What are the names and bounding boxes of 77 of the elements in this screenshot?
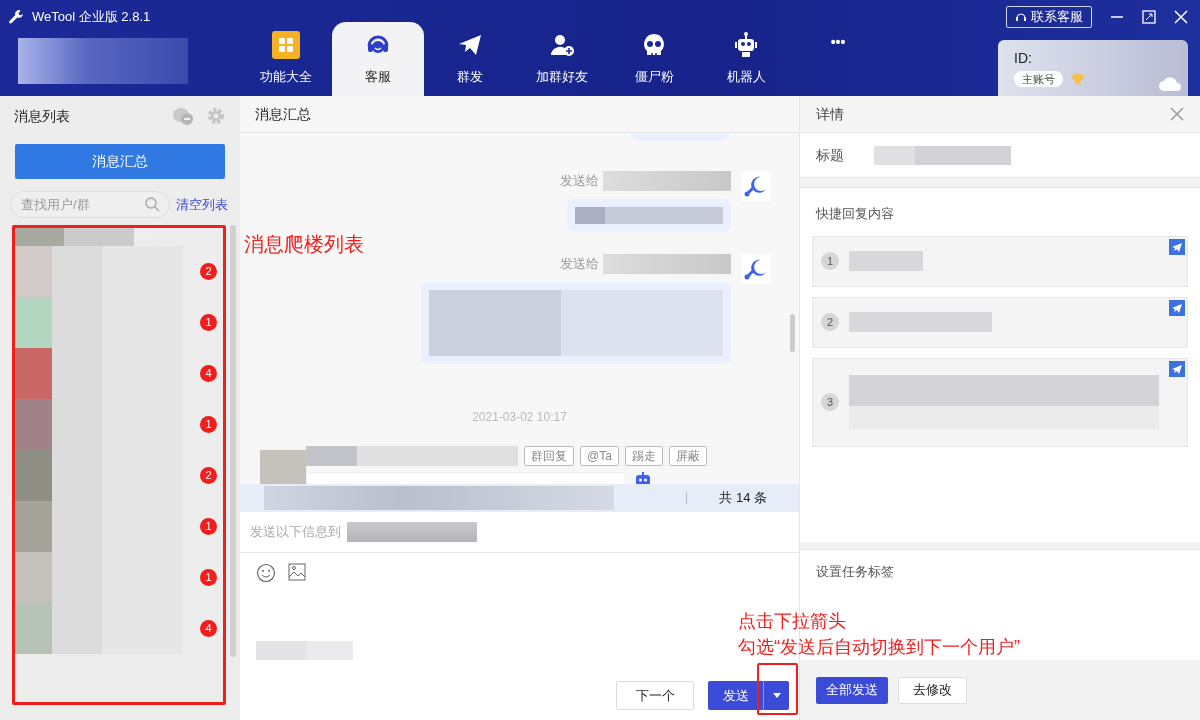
- panel-title: 消息汇总: [255, 104, 311, 124]
- unread-badge: 1: [200, 518, 217, 535]
- cloud-icon: [1158, 76, 1182, 92]
- send-button[interactable]: 发送: [708, 681, 763, 710]
- unread-badge: 4: [200, 365, 217, 382]
- conversation-row[interactable]: 4: [15, 603, 223, 654]
- reply-number: 1: [821, 252, 839, 270]
- edit-button[interactable]: 去修改: [898, 676, 967, 704]
- clear-list-link[interactable]: 清空列表: [176, 194, 228, 215]
- search-field[interactable]: 查找用户/群: [10, 191, 170, 218]
- quick-reply-card[interactable]: 2: [812, 296, 1188, 348]
- action-button[interactable]: 踢走: [624, 446, 663, 466]
- quick-reply-card[interactable]: 3: [812, 357, 1188, 447]
- nav-tab[interactable]: 僵尸粉: [608, 22, 700, 96]
- section-title: 设置任务标签: [815, 563, 895, 582]
- conversation-row[interactable]: 2: [15, 450, 223, 501]
- nav-tab[interactable]: 群发: [424, 22, 516, 96]
- annotation-frame: [757, 663, 798, 715]
- total-count: 共 14 条: [719, 489, 767, 508]
- reply-number: 2: [821, 313, 839, 331]
- diamond-icon: [1071, 73, 1085, 85]
- contact-button[interactable]: 联系客服: [1006, 6, 1092, 28]
- conversation-row[interactable]: 2: [15, 246, 223, 297]
- unread-badge: 2: [200, 467, 217, 484]
- send-all-button[interactable]: 全部发送: [816, 676, 888, 704]
- unread-badge: 1: [200, 569, 217, 586]
- nav-tab[interactable]: 客服: [332, 22, 424, 96]
- scrollbar[interactable]: [790, 314, 795, 352]
- emoji-icon[interactable]: [256, 563, 276, 583]
- conversation-row[interactable]: 4: [15, 348, 223, 399]
- robot-icon: [732, 31, 760, 60]
- headset-icon: [1015, 11, 1027, 23]
- panel-title: 消息列表: [14, 106, 70, 126]
- nav-tab[interactable]: 功能大全: [240, 22, 332, 96]
- reply-number: 3: [821, 393, 839, 411]
- maximize-icon[interactable]: [1142, 10, 1156, 24]
- send-icon[interactable]: [1169, 299, 1185, 316]
- unread-badge: 4: [200, 620, 217, 637]
- send-icon[interactable]: [1169, 238, 1185, 255]
- wrench-logo-icon: [741, 254, 771, 284]
- window-title: WeTool 企业版 2.8.1: [32, 8, 151, 27]
- send-to-label: 发送以下信息到: [250, 523, 341, 542]
- wrench-icon: [8, 9, 24, 25]
- summary-button[interactable]: 消息汇总: [15, 144, 225, 179]
- next-button[interactable]: 下一个: [616, 681, 694, 710]
- unread-badge: 2: [200, 263, 217, 280]
- conversation-row[interactable]: 1: [15, 297, 223, 348]
- annotation-text: 点击下拉箭头: [738, 610, 847, 633]
- action-button[interactable]: 屏蔽: [668, 446, 707, 466]
- action-button[interactable]: 群回复: [524, 446, 574, 466]
- annotation-text: 消息爬楼列表: [244, 232, 364, 257]
- conversation-row[interactable]: 1: [15, 552, 223, 603]
- nav-tab[interactable]: •••: [792, 22, 884, 96]
- section-title: 快捷回复内容: [815, 205, 895, 223]
- account-badge: 主账号: [1014, 71, 1063, 87]
- account-id-label: ID:: [1014, 49, 1033, 68]
- quick-reply-card[interactable]: 1: [812, 235, 1188, 287]
- scrollbar[interactable]: [230, 225, 236, 657]
- nav-tab[interactable]: 加群好友: [516, 22, 608, 96]
- field-label: 标题: [816, 145, 844, 165]
- unread-badge: 1: [200, 416, 217, 433]
- conversation-row[interactable]: 1: [15, 399, 223, 450]
- image-icon[interactable]: [288, 563, 306, 581]
- action-button[interactable]: @Ta: [580, 446, 619, 466]
- recipient-label: 发送给: [560, 172, 599, 191]
- timestamp: 2021-03-02 10:17: [472, 409, 567, 426]
- send-icon[interactable]: [1169, 360, 1185, 377]
- unread-badge: 1: [200, 314, 217, 331]
- annotation-text: 勾选“发送后自动切换到下一个用户”: [738, 636, 1020, 659]
- wrench-logo-icon: [741, 171, 771, 201]
- nav-tab[interactable]: 机器人: [700, 22, 792, 96]
- conversation-row[interactable]: 1: [15, 501, 223, 552]
- caret-icon: [772, 693, 781, 698]
- recipient-label: 发送给: [560, 255, 599, 274]
- grid-icon: [272, 31, 300, 60]
- panel-title: 详情: [816, 104, 844, 124]
- dropdown-button[interactable]: [763, 681, 789, 710]
